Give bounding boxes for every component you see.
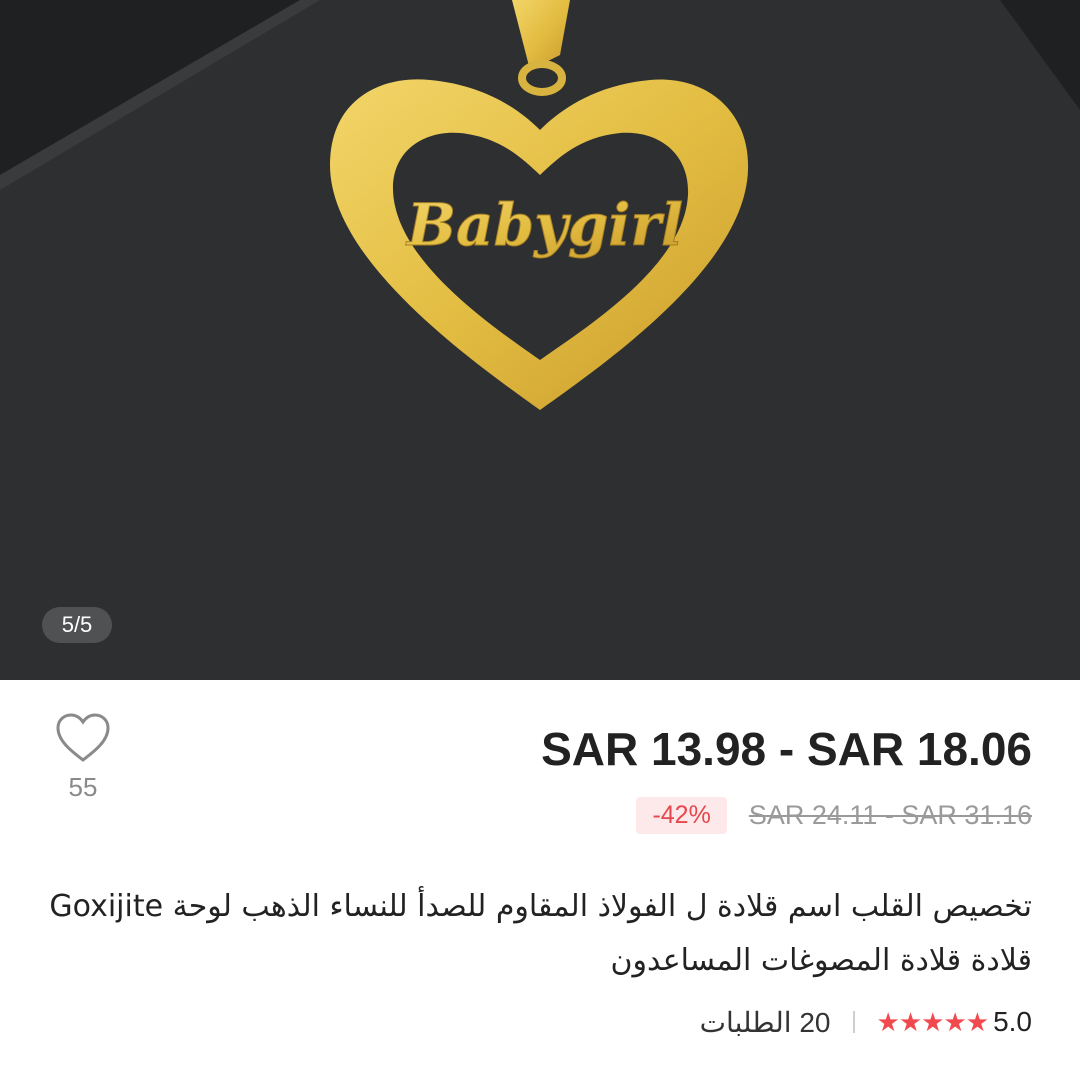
rating-value: 5.0	[993, 1006, 1032, 1037]
original-price-row: SAR 24.11 - SAR 31.16 -42%	[636, 795, 1032, 835]
rating-stars: ★ ★ ★ ★ ★	[876, 1006, 990, 1038]
pendant-name-text: Babygirl	[405, 191, 683, 259]
star-icon: ★	[965, 1006, 989, 1037]
orders-count: 20 الطلبات	[699, 1006, 831, 1038]
heart-outline-icon	[56, 713, 110, 762]
original-price: SAR 24.11 - SAR 31.16	[748, 799, 1032, 830]
discount-badge: -42%	[636, 796, 727, 834]
wishlist-button[interactable]: 55	[50, 712, 116, 803]
product-title-line-2: قلادة قلادة المصوغات المساعدون	[610, 943, 1032, 978]
image-counter: 5/5	[42, 607, 112, 643]
current-price: SAR 13.98 - SAR 18.06	[541, 723, 1032, 775]
divider	[852, 1011, 855, 1033]
star-icon: ★	[876, 1006, 900, 1037]
star-icon: ★	[943, 1006, 966, 1037]
wishlist-count: 55	[68, 772, 98, 802]
product-photo: Babygirl	[0, 0, 1080, 680]
product-title: تخصيص القلب اسم قلادة ل الفولاذ المقاوم …	[42, 880, 1032, 988]
star-icon: ★	[898, 1006, 922, 1037]
product-title-line-1: تخصيص القلب اسم قلادة ل الفولاذ المقاوم …	[49, 889, 1032, 924]
rating-row[interactable]: 5.0 ★ ★ ★ ★ ★ 20 الطلبات	[700, 1002, 1032, 1042]
product-image-gallery[interactable]: Babygirl 5/5	[0, 0, 1080, 680]
star-icon: ★	[921, 1006, 944, 1037]
